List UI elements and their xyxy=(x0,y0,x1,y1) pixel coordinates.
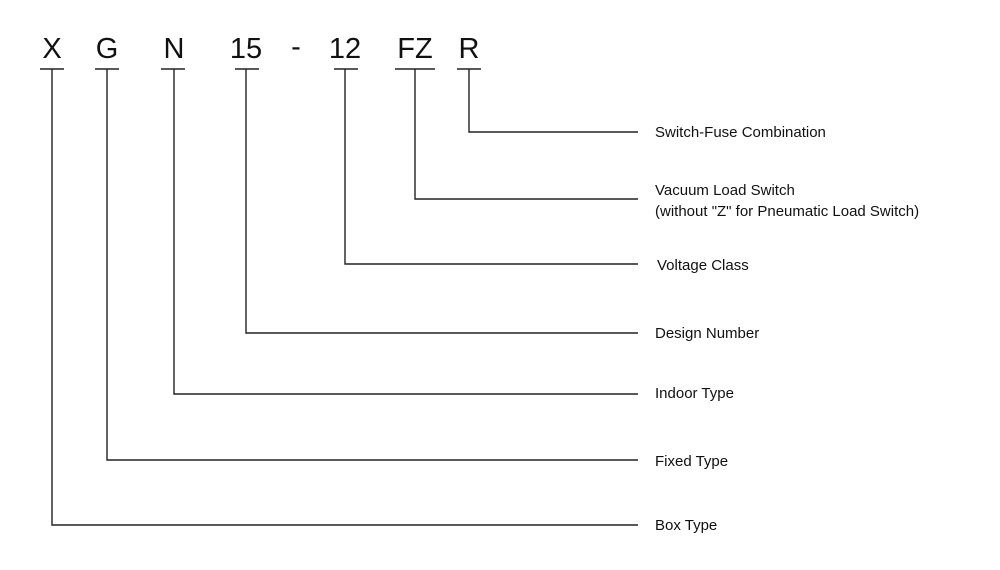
leader-line-r xyxy=(468,69,638,133)
code-part-x: X xyxy=(42,33,61,65)
label-box-type: Box Type xyxy=(655,517,717,534)
code-separator: - xyxy=(291,31,301,63)
code-part-12: 12 xyxy=(329,33,361,65)
code-part-fz: FZ xyxy=(397,33,432,65)
label-vacuum-load-switch-note: (without "Z" for Pneumatic Load Switch) xyxy=(655,203,919,220)
label-vacuum-load-switch: Vacuum Load Switch xyxy=(655,182,795,199)
leader-line-n xyxy=(173,69,638,395)
label-voltage-class: Voltage Class xyxy=(657,257,749,274)
label-switch-fuse-combination: Switch-Fuse Combination xyxy=(655,124,826,141)
leader-line-15 xyxy=(245,69,638,334)
model-designation-diagram: X G N 15 - 12 FZ R Switch-Fuse Combinati… xyxy=(40,31,919,534)
label-indoor-type: Indoor Type xyxy=(655,385,734,402)
leader-line-fz xyxy=(414,69,638,200)
label-fixed-type: Fixed Type xyxy=(655,453,728,470)
code-part-r: R xyxy=(459,33,480,65)
code-part-n: N xyxy=(164,33,185,65)
code-part-15: 15 xyxy=(230,33,262,65)
code-part-g: G xyxy=(96,33,119,65)
leader-line-12 xyxy=(344,69,638,265)
label-design-number: Design Number xyxy=(655,325,759,342)
